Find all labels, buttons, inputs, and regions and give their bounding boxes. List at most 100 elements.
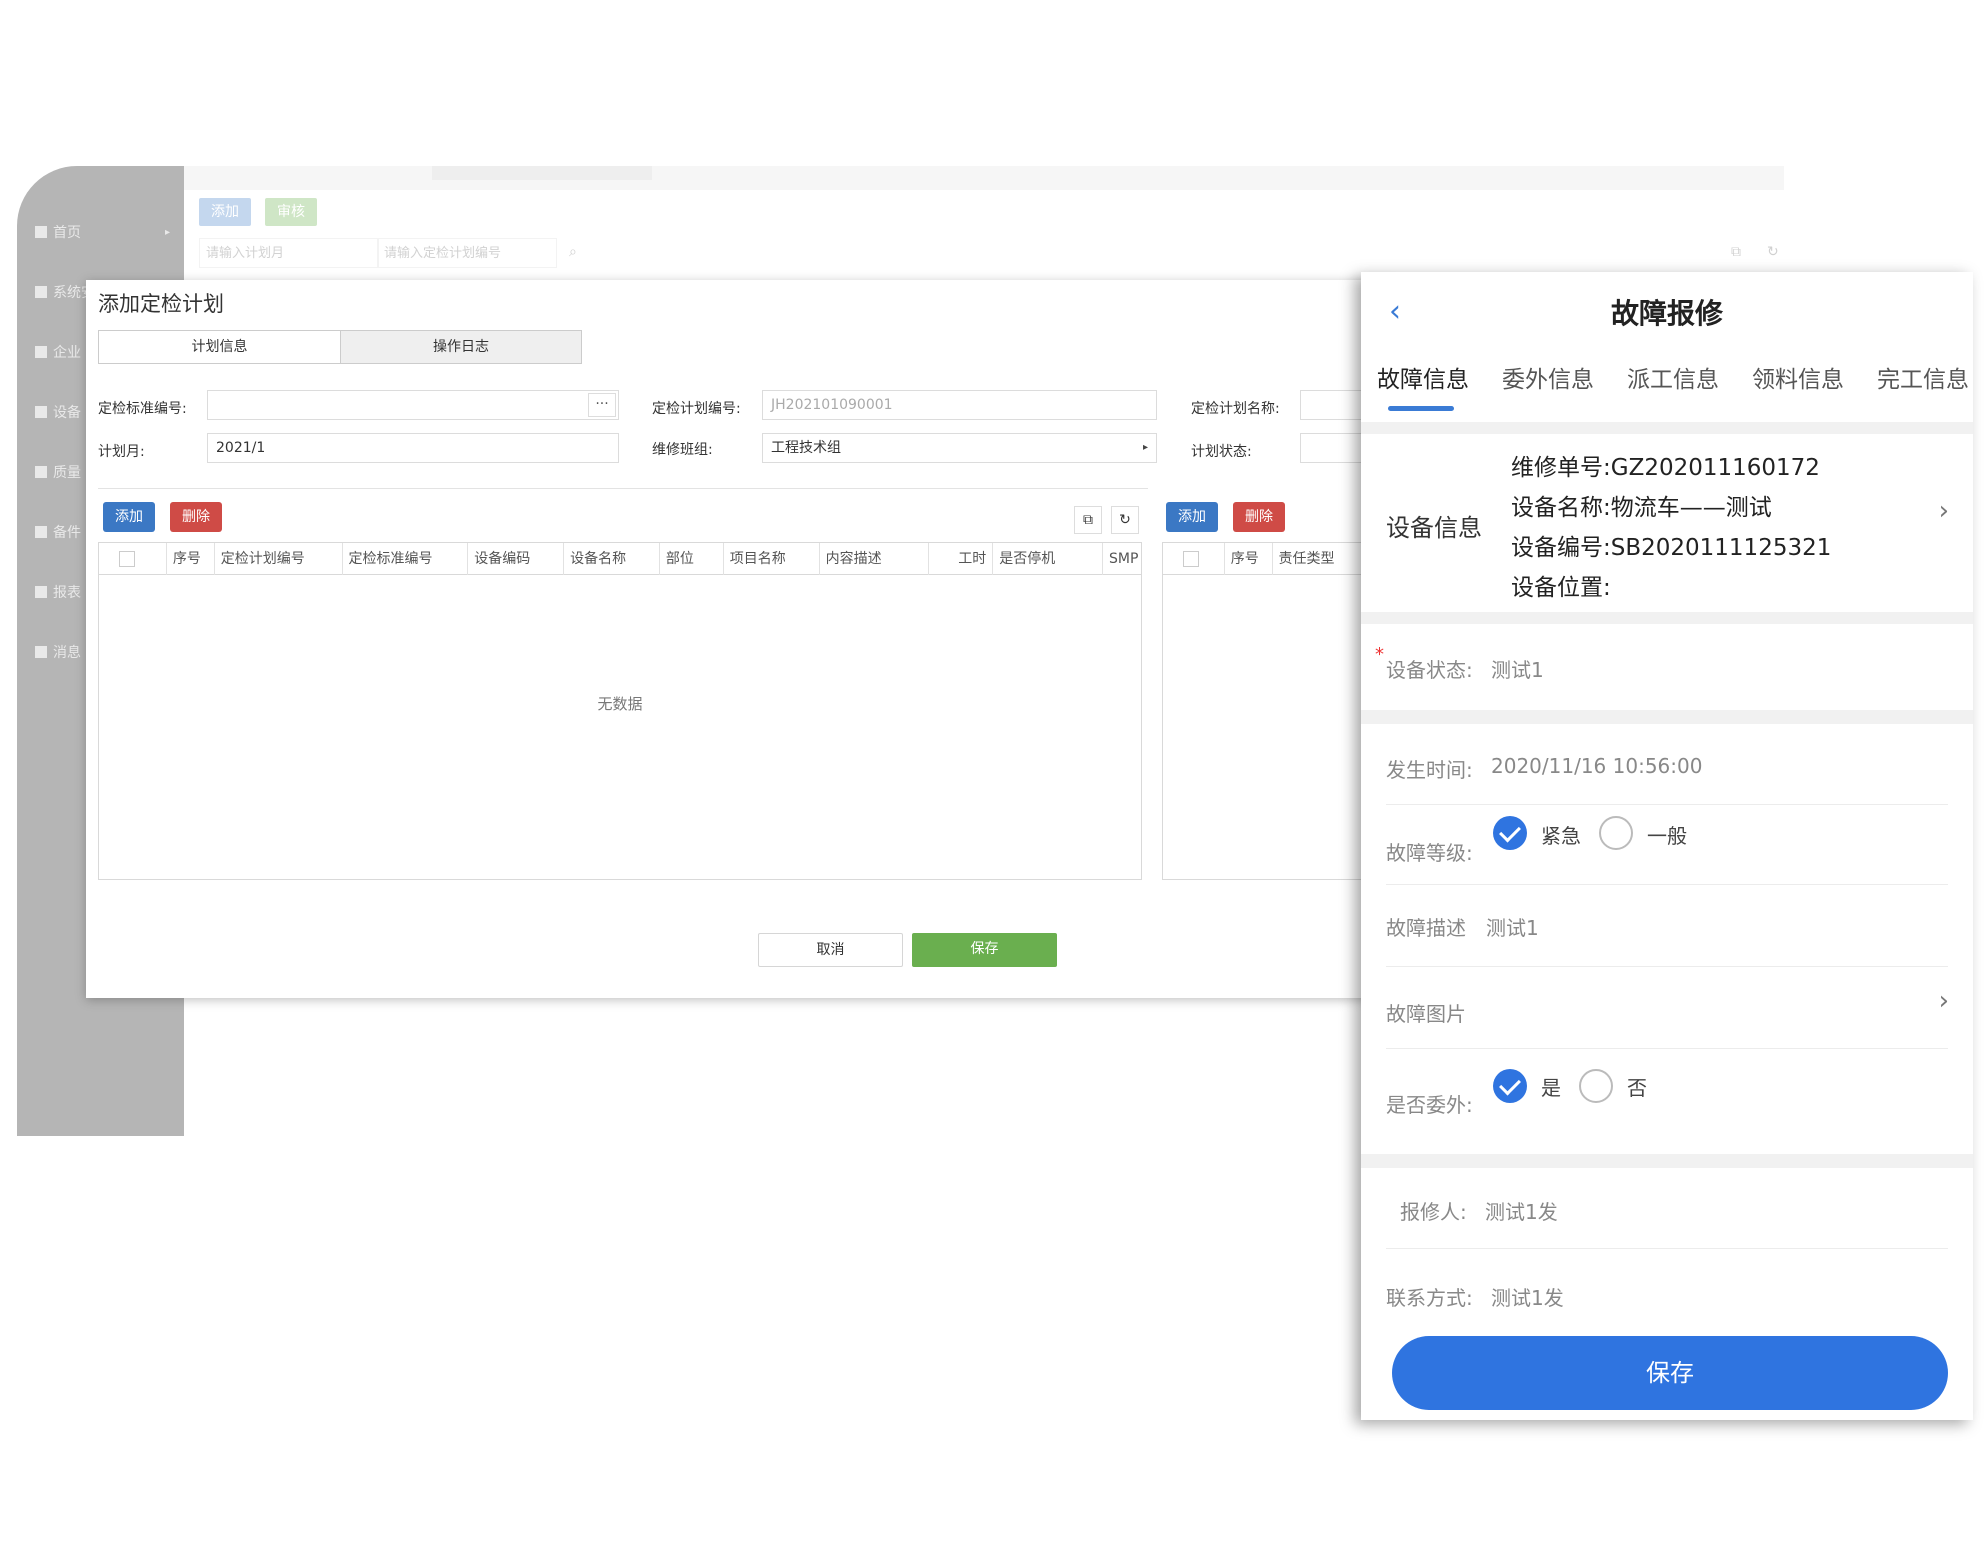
fault-details-card: 发生时间: 2020/11/16 10:56:00 故障等级: 紧急 一般 故障… (1361, 724, 1973, 1154)
top-tab[interactable] (432, 166, 652, 180)
row-separator (1386, 884, 1948, 885)
select-all-checkbox[interactable] (1183, 551, 1199, 567)
device-info-card[interactable]: 设备信息 维修单号:GZ202011160172 设备名称:物流车——测试 设备… (1361, 434, 1973, 612)
table-header: 序号 定检计划编号 定检标准编号 设备编码 设备名称 部位 项目名称 内容描述 … (99, 543, 1141, 575)
team-select[interactable]: 工程技术组 ▸ (762, 433, 1157, 463)
occur-time-value[interactable]: 2020/11/16 10:56:00 (1491, 754, 1702, 778)
menu-square-icon (35, 346, 47, 358)
standard-code-label: 定检标准编号: (98, 401, 187, 417)
column-header[interactable]: 部位 (660, 543, 724, 575)
chevron-right-icon: ▸ (164, 226, 170, 238)
row-separator (1386, 804, 1948, 805)
page-title: 故障报修 (1610, 297, 1723, 330)
mobile-tabs: 故障信息 委外信息 派工信息 领料信息 完工信息 (1377, 360, 1973, 394)
right-table-add-button[interactable]: 添加 (1166, 502, 1218, 532)
row-separator (1386, 966, 1948, 967)
column-header[interactable]: 设备名称 (564, 543, 660, 575)
team-label: 维修班组: (652, 442, 713, 458)
menu-square-icon (35, 646, 47, 658)
caret-right-icon: ▸ (1142, 442, 1148, 453)
repair-number: 维修单号:GZ202011160172 (1511, 455, 1820, 481)
table-add-button[interactable]: 添加 (103, 502, 155, 532)
outsourced-no-radio[interactable] (1579, 1069, 1613, 1103)
reporter-label: 报修人: (1400, 1200, 1467, 1224)
form-divider (98, 488, 1148, 489)
outsourced-no-label[interactable]: 否 (1627, 1072, 1647, 1101)
chevron-right-icon: › (1938, 496, 1949, 526)
plan-month-field[interactable]: 2021/1 (207, 433, 619, 463)
urgent-radio[interactable] (1493, 816, 1527, 850)
device-status-label: 设备状态: (1386, 658, 1473, 682)
tab-fault-info[interactable]: 故障信息 (1377, 360, 1469, 394)
tab-outsource-info[interactable]: 委外信息 (1502, 360, 1594, 394)
normal-radio[interactable] (1599, 816, 1633, 850)
sidebar-item-label: 消息 (53, 645, 81, 661)
sidebar-item-label: 报表 (53, 585, 81, 601)
sidebar-item-label: 首页 (53, 225, 81, 241)
tab-completion-info[interactable]: 完工信息 (1877, 360, 1969, 394)
standard-code-field[interactable]: ··· (207, 390, 619, 420)
plan-month-search-input[interactable]: 请输入计划月 (199, 238, 379, 268)
sidebar-item-label: 设备 (53, 405, 81, 421)
active-tab-indicator (1388, 406, 1454, 411)
chevron-right-icon[interactable]: › (1939, 986, 1949, 1016)
lookup-dots-button[interactable]: ··· (588, 393, 616, 417)
audit-button[interactable]: 审核 (265, 198, 317, 226)
plan-code-search-input[interactable]: 请输入定检计划编号 (377, 238, 557, 268)
save-button[interactable]: 保存 (1392, 1336, 1948, 1410)
select-all-cell (1163, 543, 1225, 575)
column-header[interactable]: 序号 (1225, 543, 1273, 575)
column-header[interactable]: 设备编码 (468, 543, 565, 575)
row-separator (1386, 1048, 1948, 1049)
table-delete-button[interactable]: 删除 (170, 502, 222, 532)
tab-operation-log[interactable]: 操作日志 (340, 331, 581, 363)
export-icon[interactable]: ⧉ (1074, 506, 1102, 534)
column-header[interactable]: 内容描述 (820, 543, 930, 575)
outsourced-yes-radio[interactable] (1493, 1069, 1527, 1103)
column-header[interactable]: SMP (1103, 543, 1141, 575)
plan-code-label: 定检计划编号: (652, 401, 741, 417)
menu-square-icon (35, 586, 47, 598)
column-header[interactable]: 定检标准编号 (343, 543, 469, 575)
export-icon[interactable]: ⧉ (1731, 244, 1741, 260)
required-asterisk: * (1375, 644, 1384, 665)
column-header[interactable]: 定检计划编号 (215, 543, 343, 575)
contact-value[interactable]: 测试1发 (1491, 1282, 1564, 1311)
normal-option-label[interactable]: 一般 (1647, 820, 1687, 849)
tab-material-info[interactable]: 领料信息 (1752, 360, 1844, 394)
urgent-option-label[interactable]: 紧急 (1541, 820, 1581, 849)
outsourced-yes-label[interactable]: 是 (1541, 1072, 1561, 1101)
empty-state-text: 无数据 (597, 695, 643, 713)
device-info-label: 设备信息 (1386, 514, 1482, 542)
refresh-icon[interactable]: ↻ (1767, 244, 1779, 260)
select-all-checkbox[interactable] (119, 551, 135, 567)
add-button[interactable]: 添加 (199, 198, 251, 226)
mobile-header: ‹ 故障报修 故障信息 委外信息 派工信息 领料信息 完工信息 (1361, 272, 1973, 422)
fault-desc-value[interactable]: 测试1 (1486, 912, 1539, 941)
column-header[interactable]: 工时 (929, 543, 994, 575)
plan-code-value: JH202101090001 (771, 397, 893, 413)
device-status-row[interactable]: * 设备状态: 测试1 (1361, 624, 1973, 710)
save-button[interactable]: 保存 (912, 933, 1057, 967)
fault-level-label: 故障等级: (1386, 841, 1473, 865)
column-header[interactable]: 序号 (167, 543, 215, 575)
search-icon[interactable]: ⌕ (569, 244, 577, 260)
reporter-value[interactable]: 测试1发 (1485, 1196, 1558, 1225)
plan-month-label: 计划月: (98, 444, 145, 460)
plan-name-label: 定检计划名称: (1191, 401, 1280, 417)
modal-tabs: 计划信息 操作日志 (98, 330, 582, 364)
plan-code-field[interactable]: JH202101090001 (762, 390, 1157, 420)
device-name: 设备名称:物流车——测试 (1511, 495, 1772, 521)
fault-desc-label: 故障描述 (1386, 916, 1466, 940)
menu-square-icon (35, 286, 47, 298)
tab-dispatch-info[interactable]: 派工信息 (1627, 360, 1719, 394)
column-header[interactable]: 是否停机 (993, 543, 1104, 575)
sidebar-item-home[interactable]: 首页 ▸ (17, 202, 184, 262)
plan-month-value: 2021/1 (216, 440, 266, 456)
refresh-icon[interactable]: ↻ (1111, 506, 1139, 534)
tab-plan-info[interactable]: 计划信息 (99, 331, 340, 363)
column-header[interactable]: 项目名称 (724, 543, 820, 575)
right-table-delete-button[interactable]: 删除 (1233, 502, 1285, 532)
cancel-button[interactable]: 取消 (758, 933, 903, 967)
sidebar-item-label: 备件 (53, 525, 81, 541)
